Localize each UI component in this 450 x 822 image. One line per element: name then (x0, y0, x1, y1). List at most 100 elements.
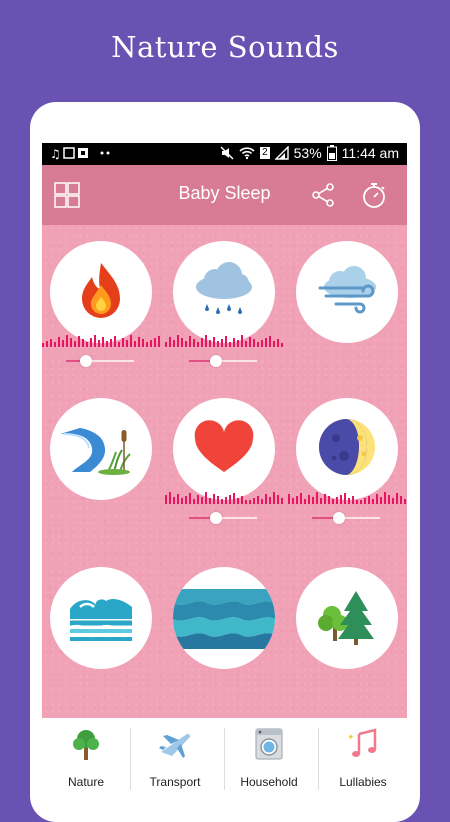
sound-tile-heartbeat[interactable] (173, 398, 275, 500)
volume-slider-moon[interactable] (312, 512, 380, 524)
waveform-bar (328, 496, 330, 504)
nav-lullabies[interactable]: ✦ Lullabies (319, 718, 407, 800)
waveform-bar (213, 494, 215, 504)
waveform-bar (316, 492, 318, 504)
nav-transport[interactable]: Transport (131, 718, 219, 800)
waveform-bar (146, 342, 148, 347)
sound-tile-forest[interactable] (296, 567, 398, 669)
waveform-bar (209, 340, 211, 347)
waveform-bar (404, 499, 406, 504)
sound-tile-fire[interactable] (50, 241, 152, 343)
tree-icon (73, 730, 99, 760)
battery-icon (326, 145, 337, 161)
mute-icon (220, 146, 234, 160)
moon-icon (319, 419, 375, 475)
waveform-bar (233, 338, 235, 347)
wind-icon (318, 266, 376, 314)
volume-slider-heartbeat[interactable] (189, 512, 257, 524)
sound-tile-sea[interactable] (173, 567, 275, 669)
waveform-bar (130, 335, 132, 347)
waveform-fire (42, 335, 160, 347)
washing-machine-icon (255, 728, 283, 760)
waveform-bar (189, 336, 191, 347)
sound-tile-rain[interactable] (173, 241, 275, 343)
waveform-bar (253, 339, 255, 347)
waveform-bar (376, 494, 378, 504)
sound-tile-moon[interactable] (296, 398, 398, 500)
fire-icon (82, 263, 120, 318)
waveform-bar (46, 341, 48, 347)
waveform-bar (94, 335, 96, 347)
waveform-bar (110, 339, 112, 347)
airplane-icon (159, 733, 191, 758)
waveform-bar (225, 336, 227, 347)
waveform-bar (193, 339, 195, 347)
timer-icon[interactable] (360, 181, 388, 209)
waveform-bar (122, 338, 124, 347)
waveform-bar (165, 495, 167, 504)
waveform-bar (257, 342, 259, 347)
waveform-bar (364, 498, 366, 504)
waveform-bar (98, 340, 100, 347)
waveform-bar (126, 340, 128, 347)
slider-knob[interactable] (210, 355, 223, 367)
waveform-bar (304, 499, 306, 504)
waveform-bar (197, 342, 199, 347)
waveform-bar (396, 493, 398, 504)
waveform-bar (181, 338, 183, 347)
waveform-bar (50, 339, 52, 347)
waveform-bar (78, 336, 80, 347)
waveform-bar (233, 493, 235, 504)
share-icon[interactable] (310, 182, 336, 208)
waveform-bar (197, 495, 199, 504)
sound-tile-wind[interactable] (296, 241, 398, 343)
bottom-navigation: Nature Transport Household ✦ Lullabies (42, 718, 407, 800)
sound-tile-waves[interactable] (50, 567, 152, 669)
forest-icon (318, 591, 374, 645)
waveform-bar (237, 498, 239, 504)
nav-label: Transport (149, 775, 201, 789)
waveform-bar (134, 341, 136, 347)
battery-percent: 53% (293, 145, 322, 161)
slider-knob[interactable] (80, 355, 93, 367)
app-bar: Baby Sleep (42, 165, 407, 225)
waveform-bar (249, 337, 251, 347)
volume-slider-fire[interactable] (66, 355, 134, 367)
waveform-bar (237, 340, 239, 347)
waveform-bar (58, 337, 60, 347)
svg-text:♫: ♫ (50, 147, 63, 160)
waveform-bar (114, 336, 116, 347)
waveform-bar (340, 495, 342, 504)
waveform-bar (177, 494, 179, 504)
waveform-bar (181, 498, 183, 504)
slider-knob[interactable] (210, 512, 223, 524)
waveform-bar (229, 495, 231, 504)
waveform-bar (352, 496, 354, 504)
waveform-bar (320, 498, 322, 504)
waveform-bar (74, 341, 76, 347)
sound-tile-river[interactable] (50, 398, 152, 500)
waveform-bar (296, 496, 298, 504)
waveform-bar (241, 496, 243, 504)
waveform-bar (372, 499, 374, 504)
river-icon (60, 428, 131, 475)
app-title: Baby Sleep (178, 183, 271, 203)
slider-knob[interactable] (333, 512, 346, 524)
volume-slider-rain[interactable] (189, 355, 257, 367)
nav-nature[interactable]: Nature (42, 718, 130, 800)
waveform-bar (356, 500, 358, 504)
waveform-moon (288, 492, 406, 504)
waveform-rain (165, 335, 283, 347)
waveform-bar (257, 496, 259, 504)
nav-label: Household (240, 775, 298, 789)
wifi-icon (239, 147, 255, 160)
waveform-bar (300, 493, 302, 504)
waveform-bar (221, 499, 223, 504)
waveform-bar (201, 497, 203, 504)
waveform-bar (400, 496, 402, 504)
waveform-bar (165, 342, 167, 347)
waveform-bar (249, 500, 251, 504)
waveform-bar (193, 499, 195, 504)
nav-household[interactable]: Household (225, 718, 313, 800)
waveform-bar (185, 496, 187, 504)
